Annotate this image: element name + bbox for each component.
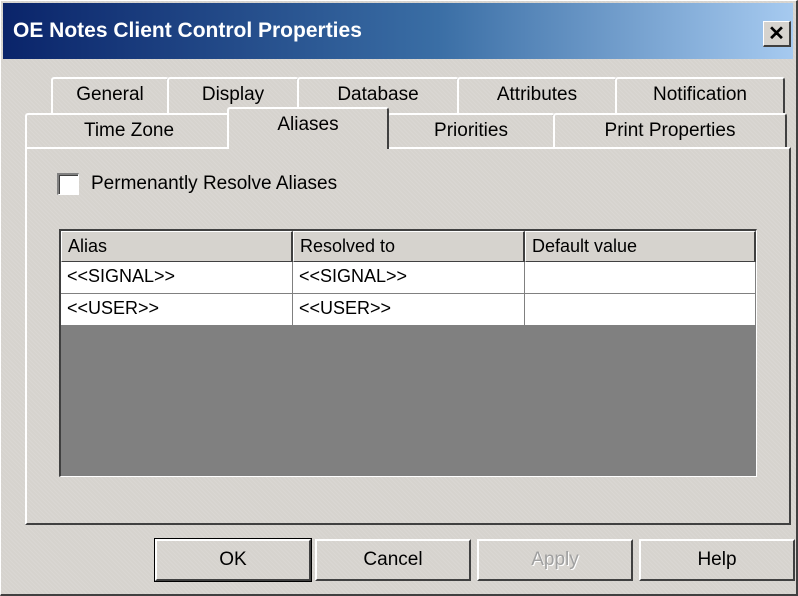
close-button[interactable]: ✕ [763, 21, 791, 47]
tab-print-properties[interactable]: Print Properties [553, 113, 787, 149]
table-cell-default-value[interactable] [525, 294, 756, 326]
tab-attributes[interactable]: Attributes [457, 77, 617, 113]
help-button[interactable]: Help [639, 539, 795, 581]
tab-notification[interactable]: Notification [615, 77, 785, 113]
resolve-aliases-label[interactable]: Permenantly Resolve Aliases [91, 173, 337, 195]
table-cell-alias[interactable]: <<SIGNAL>> [61, 262, 293, 294]
tab-time-zone[interactable]: Time Zone [25, 113, 233, 149]
apply-button[interactable]: Apply [477, 539, 633, 581]
title-bar[interactable]: OE Notes Client Control Properties ✕ [3, 3, 793, 59]
properties-dialog: OE Notes Client Control Properties ✕ Gen… [0, 0, 798, 596]
column-header-default-value[interactable]: Default value [525, 231, 756, 262]
table-cell-resolved-to[interactable]: <<SIGNAL>> [293, 262, 525, 294]
window-title: OE Notes Client Control Properties [13, 19, 362, 42]
column-header-alias[interactable]: Alias [61, 231, 293, 262]
tab-aliases[interactable]: Aliases [227, 107, 389, 149]
close-icon: ✕ [768, 22, 785, 45]
alias-grid[interactable]: Alias Resolved to Default value <<SIGNAL… [59, 229, 757, 477]
tab-priorities[interactable]: Priorities [387, 113, 555, 149]
resolve-aliases-checkbox[interactable] [57, 173, 79, 195]
column-header-resolved-to[interactable]: Resolved to [293, 231, 525, 262]
ok-button[interactable]: OK [154, 538, 312, 582]
cancel-button[interactable]: Cancel [315, 539, 471, 581]
table-cell-default-value[interactable] [525, 262, 756, 294]
table-cell-resolved-to[interactable]: <<USER>> [293, 294, 525, 326]
table-cell-alias[interactable]: <<USER>> [61, 294, 293, 326]
tab-general[interactable]: General [51, 77, 169, 113]
